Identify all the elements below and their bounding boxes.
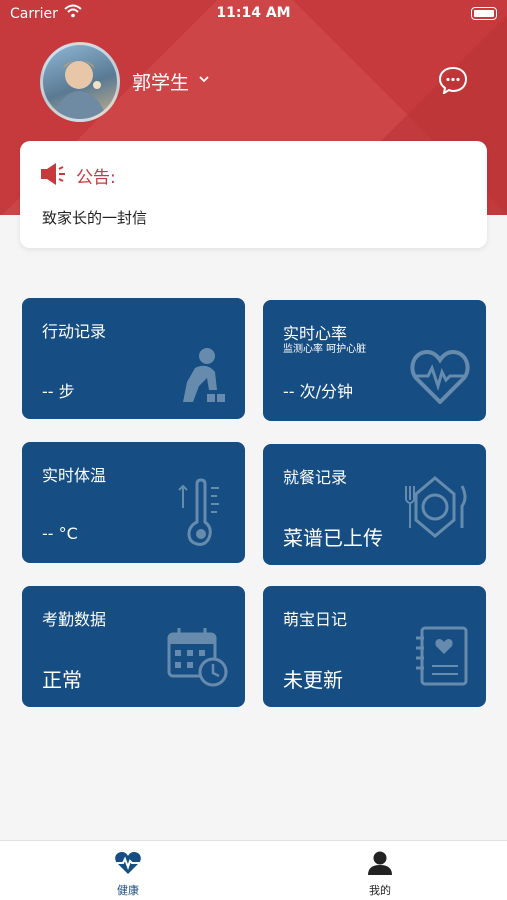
heart-rate-card[interactable]: 实时心率 监测心率 呵护心脏 -- 次/分钟	[263, 300, 486, 421]
calendar-clock-icon	[167, 628, 228, 687]
card-value: -- °C	[42, 524, 78, 543]
notebook-heart-icon	[416, 626, 468, 686]
announcement-title: 公告:	[76, 168, 116, 188]
tab-label: 健康	[117, 884, 139, 897]
chevron-down-icon[interactable]	[198, 74, 210, 84]
status-bar: Carrier 11:14 AM	[0, 0, 507, 28]
baby-diary-card[interactable]: 萌宝日记 未更新	[263, 586, 486, 707]
card-title: 行动记录	[42, 322, 107, 341]
avatar[interactable]	[40, 42, 120, 122]
thermometer-icon	[178, 478, 219, 546]
temperature-card[interactable]: 实时体温 -- °C	[22, 442, 245, 563]
tab-mine[interactable]: 我的	[340, 851, 420, 898]
card-value: -- 步	[42, 382, 75, 401]
card-title: 实时体温	[42, 466, 107, 485]
battery-icon	[471, 7, 497, 20]
child-playing-icon	[183, 348, 225, 402]
card-value: 菜谱已上传	[283, 526, 383, 550]
chat-bubble-icon[interactable]	[438, 66, 468, 94]
card-value: 未更新	[283, 668, 343, 692]
heart-pulse-icon	[115, 852, 141, 874]
attendance-card[interactable]: 考勤数据 正常	[22, 586, 245, 707]
card-value: 正常	[42, 668, 82, 692]
tab-health[interactable]: 健康	[88, 851, 168, 898]
username[interactable]: 郭学生	[132, 68, 189, 95]
tab-bar: 健康 我的	[0, 840, 507, 900]
card-title: 就餐记录	[283, 468, 348, 487]
megaphone-icon	[41, 163, 65, 185]
card-subtitle: 监测心率 呵护心脏	[283, 344, 367, 355]
activity-record-card[interactable]: 行动记录 -- 步	[22, 298, 245, 419]
person-icon	[368, 851, 392, 875]
tab-label: 我的	[369, 884, 391, 897]
announcement-card[interactable]: 公告: 致家长的一封信	[20, 141, 487, 248]
announcement-message[interactable]: 致家长的一封信	[42, 207, 147, 228]
clock: 11:14 AM	[216, 5, 291, 21]
heart-pulse-icon	[410, 349, 470, 404]
fork-knife-icon	[405, 476, 467, 538]
card-title: 考勤数据	[42, 610, 107, 629]
card-title: 萌宝日记	[283, 610, 348, 629]
meal-record-card[interactable]: 就餐记录 菜谱已上传	[263, 444, 486, 565]
card-value: -- 次/分钟	[283, 382, 354, 401]
